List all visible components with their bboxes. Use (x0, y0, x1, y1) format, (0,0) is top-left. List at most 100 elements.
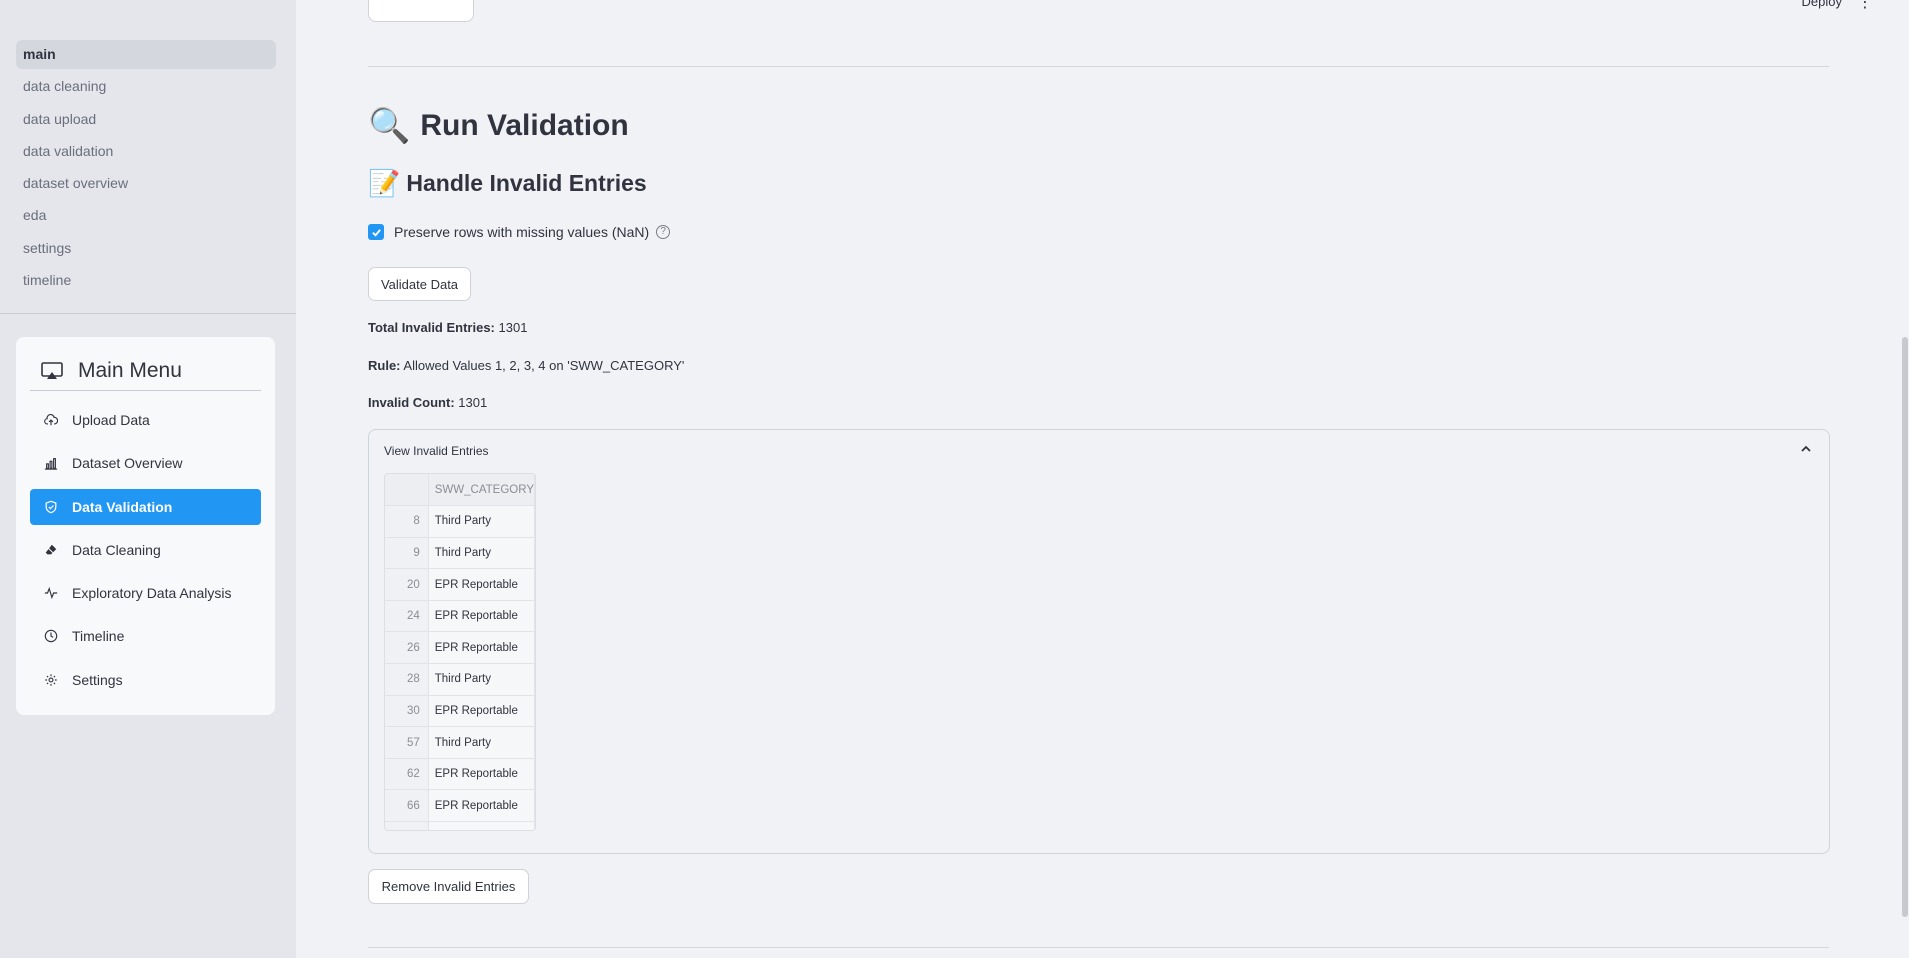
run-validation-title: Run Validation (420, 109, 629, 142)
column-header-sww-category[interactable]: SWW_CATEGORY (428, 474, 535, 507)
kebab-icon[interactable]: ⋮ (1857, 0, 1873, 12)
row-value[interactable]: EPR Reportable (428, 695, 535, 728)
table-row[interactable]: 57 Third Party (385, 726, 535, 759)
rule-label: Rule: (368, 358, 401, 373)
menu-item-label: Settings (72, 671, 123, 688)
menu-item-settings[interactable]: Settings (30, 662, 261, 698)
row-index: 8 (385, 505, 429, 538)
menu-item-dataset-overview[interactable]: Dataset Overview (30, 445, 261, 481)
menu-item-data-validation[interactable]: Data Validation (30, 488, 261, 525)
index-header (385, 474, 429, 507)
row-value[interactable]: Third Party (428, 537, 535, 570)
main-content: Deploy ⋮ 🔍 Run Validation 📝 Handle Inval… (296, 0, 1909, 958)
rule-value: Allowed Values 1, 2, 3, 4 on 'SWW_CATEGO… (403, 358, 685, 373)
page-nav-item-eda[interactable]: eda (16, 201, 276, 230)
remove-invalid-button[interactable]: Remove Invalid Entries (368, 869, 529, 904)
clock-icon (44, 629, 58, 643)
main-menu-items: Upload Data Dataset Overview Data Valida… (30, 402, 261, 705)
page-nav-item-settings[interactable]: settings (16, 234, 276, 263)
expander-label[interactable]: View Invalid Entries (384, 444, 489, 458)
row-index: 9 (385, 537, 429, 570)
menu-item-timeline[interactable]: Timeline (30, 618, 261, 654)
row-value[interactable]: EPR Reportable (428, 631, 535, 665)
page-nav-item-data-validation[interactable]: data validation (16, 137, 276, 166)
page-nav-item-data-cleaning[interactable]: data cleaning (16, 72, 276, 101)
question-circle-icon[interactable]: ? (656, 225, 671, 239)
sidebar-divider (0, 313, 296, 314)
table-row-partial (385, 821, 535, 830)
chevron-up-icon[interactable] (1799, 442, 1813, 461)
gear-icon (44, 673, 58, 687)
menu-item-label: Data Validation (72, 498, 173, 515)
page-nav-item-main[interactable]: main (16, 40, 276, 69)
run-validation-heading: 🔍 Run Validation (368, 106, 629, 146)
previous-section-button[interactable] (368, 0, 474, 22)
invalid-count-value: 1301 (458, 395, 488, 410)
magnifier-icon: 🔍 (368, 107, 411, 145)
main-menu-title: Main Menu (78, 359, 182, 382)
deploy-button[interactable]: Deploy (1802, 0, 1842, 9)
menu-item-data-cleaning[interactable]: Data Cleaning (30, 532, 261, 568)
sidebar: main data cleaning data upload data validat… (0, 0, 296, 958)
row-value[interactable]: EPR Reportable (428, 568, 535, 601)
row-index (385, 821, 429, 830)
row-value[interactable]: EPR Reportable (428, 789, 535, 823)
row-index: 20 (385, 568, 429, 601)
preserve-nan-label: Preserve rows with missing values (NaN) (394, 224, 650, 240)
row-index: 28 (385, 663, 429, 696)
menu-item-label: Upload Data (72, 412, 150, 428)
row-index: 66 (385, 789, 429, 823)
invalid-entries-table[interactable]: SWW_CATEGORY 8 Third Party 9 Third Party 20 E… (384, 473, 536, 831)
view-invalid-expander: View Invalid Entries SWW_CATEGORY 8 Third… (368, 429, 1830, 854)
page-nav: main data cleaning data upload data validat… (16, 40, 276, 298)
main-menu-header: Main Menu (40, 351, 182, 391)
row-value (428, 821, 535, 830)
menu-item-label: Exploratory Data Analysis (72, 585, 232, 602)
row-index: 62 (385, 758, 429, 791)
menu-item-label: Dataset Overview (72, 455, 183, 472)
row-value[interactable]: Third Party (428, 726, 535, 759)
table-row[interactable]: 66 EPR Reportable (385, 789, 535, 823)
table-row[interactable]: 9 Third Party (385, 537, 535, 570)
row-index: 24 (385, 600, 429, 633)
row-index: 26 (385, 631, 429, 665)
table-row[interactable]: 28 Third Party (385, 663, 535, 696)
table-row[interactable]: 30 EPR Reportable (385, 695, 535, 728)
table-row[interactable]: 26 EPR Reportable (385, 631, 535, 665)
row-value[interactable]: Third Party (428, 663, 535, 696)
preserve-nan-checkbox[interactable] (368, 224, 384, 240)
table-row[interactable]: 24 EPR Reportable (385, 600, 535, 633)
row-value[interactable]: Third Party (428, 505, 535, 538)
invalid-count-line: Invalid Count: 1301 (368, 395, 487, 410)
menu-item-label: Timeline (72, 628, 125, 645)
airplay-icon (40, 359, 64, 383)
section-divider-bottom (368, 947, 1829, 948)
shield-check-icon (44, 500, 58, 514)
table-row[interactable]: 62 EPR Reportable (385, 758, 535, 791)
table-row[interactable]: 8 Third Party (385, 505, 535, 538)
handle-invalid-heading: 📝 Handle Invalid Entries (368, 168, 647, 199)
memo-icon: 📝 (368, 168, 401, 198)
row-value[interactable]: EPR Reportable (428, 758, 535, 791)
page-nav-item-timeline[interactable]: timeline (16, 266, 276, 295)
table-row[interactable]: 20 EPR Reportable (385, 568, 535, 601)
main-menu-divider (30, 390, 261, 391)
page-nav-item-dataset-overview[interactable]: dataset overview (16, 169, 276, 198)
total-invalid-value: 1301 (498, 320, 528, 335)
cloud-upload-icon (44, 413, 58, 427)
menu-item-eda[interactable]: Exploratory Data Analysis (30, 575, 261, 611)
section-divider-top (368, 66, 1829, 67)
scrollbar[interactable] (1902, 337, 1908, 917)
eraser-icon (44, 543, 58, 557)
page-nav-item-data-upload[interactable]: data upload (16, 105, 276, 134)
validate-data-button[interactable]: Validate Data (368, 267, 471, 301)
preserve-nan-row: Preserve rows with missing values (NaN) … (368, 224, 671, 240)
table-header-row: SWW_CATEGORY (385, 474, 535, 507)
activity-icon (44, 586, 58, 600)
main-menu-card: Main Menu Upload Data Dataset Overview D… (16, 337, 275, 715)
row-value[interactable]: EPR Reportable (428, 600, 535, 633)
total-invalid-label: Total Invalid Entries: (368, 320, 495, 335)
menu-item-upload-data[interactable]: Upload Data (30, 402, 261, 438)
menu-item-label: Data Cleaning (72, 541, 161, 558)
invalid-count-label: Invalid Count: (368, 395, 455, 410)
